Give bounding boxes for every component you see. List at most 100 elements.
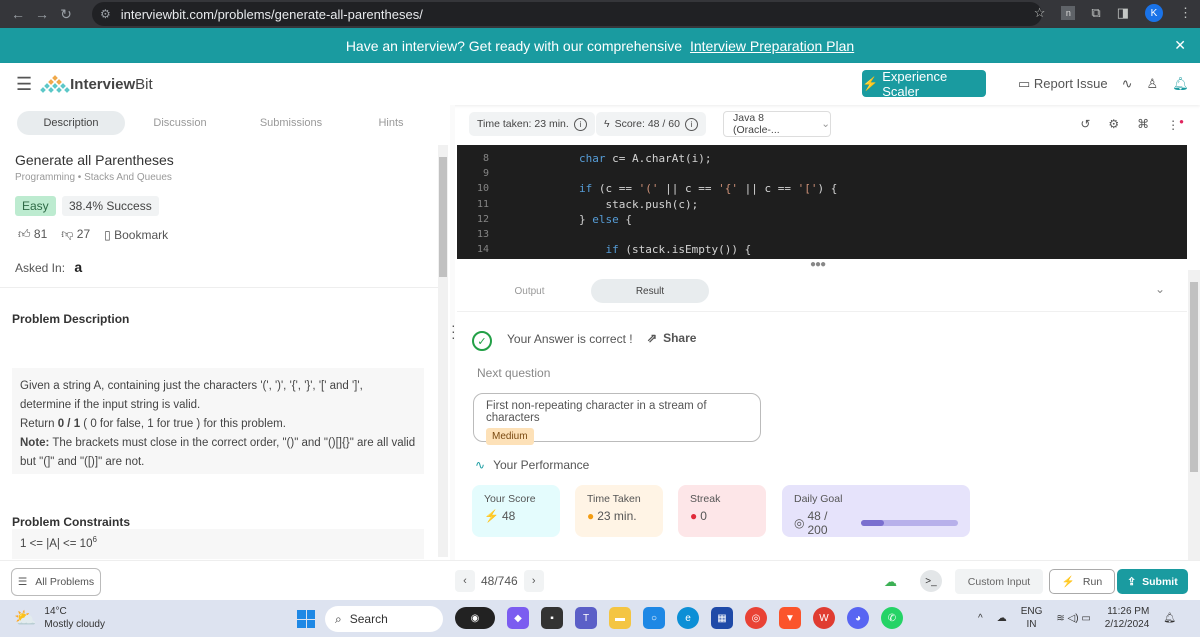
tab-result[interactable]: Result bbox=[591, 279, 709, 303]
code-line[interactable]: 10 if (c == '(' || c == '{' || c == '[') … bbox=[457, 181, 1187, 196]
collapse-chevron-icon[interactable]: ⌄ bbox=[1155, 282, 1165, 296]
brave-icon[interactable]: ▼ bbox=[779, 607, 801, 629]
share-button[interactable]: ⇗ Share bbox=[647, 331, 696, 345]
info-icon[interactable]: i bbox=[684, 117, 698, 131]
language-indicator[interactable]: ENG IN bbox=[1021, 605, 1043, 631]
language-select[interactable]: Java 8 (Oracle-... ⌄ bbox=[723, 111, 831, 137]
teams-icon[interactable]: T bbox=[575, 607, 597, 629]
show-hidden-icons[interactable]: ^ bbox=[978, 613, 983, 624]
scrollbar-thumb[interactable] bbox=[439, 157, 447, 277]
daily-goal-progress bbox=[860, 520, 958, 526]
code-editor[interactable]: 8 char c= A.charAt(i); 9 10 if (c == '(' || … bbox=[457, 145, 1187, 259]
interviewbit-logo[interactable]: Interview Bit bbox=[40, 75, 153, 93]
store-icon[interactable]: ▦ bbox=[711, 607, 733, 629]
user-icon[interactable]: ♙ bbox=[1147, 76, 1159, 92]
discord-icon[interactable]: ◕ bbox=[847, 607, 869, 629]
problem-scrollbar[interactable] bbox=[438, 145, 448, 557]
code-line[interactable]: 13 bbox=[457, 227, 1187, 242]
close-icon[interactable]: ✕ bbox=[1174, 37, 1186, 54]
chrome-icon[interactable]: ◎ bbox=[745, 607, 767, 629]
extension-icon[interactable]: n bbox=[1061, 6, 1076, 20]
code-line[interactable]: 11 stack.push(c); bbox=[457, 197, 1187, 212]
problem-category[interactable]: Programming • Stacks And Queues bbox=[15, 172, 172, 183]
whatsapp-icon[interactable]: ✆ bbox=[881, 607, 903, 629]
edge-icon[interactable]: e bbox=[677, 607, 699, 629]
tab-hints[interactable]: Hints bbox=[347, 111, 435, 135]
cortana-icon[interactable]: ○ bbox=[643, 607, 665, 629]
back-icon[interactable]: ← bbox=[6, 6, 30, 22]
next-question-card[interactable]: First non-repeating character in a strea… bbox=[473, 393, 761, 445]
app-window-icon[interactable]: ▪ bbox=[541, 607, 563, 629]
tab-submissions[interactable]: Submissions bbox=[235, 111, 347, 135]
more-options-icon[interactable]: ⋮● bbox=[1167, 117, 1184, 132]
note-body: The brackets must close in the correct o… bbox=[20, 437, 416, 468]
copilot-icon[interactable]: ◉ bbox=[455, 607, 495, 629]
wifi-icon[interactable]: ≋ ◁) ▭ bbox=[1056, 613, 1090, 624]
activity-icon[interactable]: ∿ bbox=[1122, 76, 1133, 92]
experience-scaler-button[interactable]: ⚡ Experience Scaler bbox=[862, 69, 986, 99]
all-problems-button[interactable]: ☰ All Problems bbox=[11, 568, 101, 596]
notifications-icon[interactable]: 🔔︎ bbox=[1163, 613, 1176, 624]
hamburger-menu-icon[interactable]: ☰ bbox=[16, 74, 32, 95]
run-button[interactable]: ⚡ Run bbox=[1049, 569, 1115, 594]
dislike-button[interactable]: 👎︎ 27 bbox=[61, 227, 90, 242]
notification-bell-icon[interactable]: 🔔︎ bbox=[1172, 76, 1189, 92]
scrollbar-thumb[interactable] bbox=[1190, 282, 1198, 472]
reset-code-icon[interactable]: ↺ bbox=[1080, 117, 1090, 132]
score-card-label: Your Score bbox=[484, 493, 536, 505]
next-problem-button[interactable]: › bbox=[523, 570, 544, 592]
bookmark-button[interactable]: ▯ Bookmark bbox=[104, 228, 168, 242]
taskbar-search[interactable]: ⌕ Search bbox=[325, 606, 443, 632]
bookmark-star-icon[interactable]: ☆ bbox=[1034, 5, 1046, 21]
console-toggle-icon[interactable]: >_ bbox=[920, 570, 942, 592]
copilot-pre-icon[interactable]: ◆ bbox=[507, 607, 529, 629]
weather-widget[interactable]: ⛅ 14°C Mostly cloudy bbox=[14, 605, 105, 631]
tab-discussion[interactable]: Discussion bbox=[125, 111, 235, 135]
resize-handle-icon[interactable]: ●●● bbox=[810, 259, 826, 270]
reload-icon[interactable]: ↻ bbox=[54, 6, 78, 23]
clock-date: 2/12/2024 bbox=[1104, 619, 1150, 630]
report-issue-button[interactable]: ▭ Report Issue bbox=[1018, 76, 1108, 92]
bookmark-icon: ▯ bbox=[104, 227, 111, 242]
amazon-logo-icon[interactable]: a bbox=[74, 259, 82, 275]
clock[interactable]: 11:26 PM 2/12/2024 bbox=[1105, 605, 1150, 631]
browser-menu-icon[interactable]: ⋮ bbox=[1179, 5, 1192, 21]
extensions-puzzle-icon[interactable]: ⧉ bbox=[1091, 5, 1100, 21]
code-line[interactable]: 12} else { bbox=[457, 212, 1187, 227]
settings-icon[interactable]: ⚙ bbox=[1108, 117, 1119, 132]
streak-card-value: 0 bbox=[700, 509, 707, 523]
like-button[interactable]: 👍︎ 81 bbox=[18, 227, 47, 242]
submit-button[interactable]: ⇪ Submit bbox=[1117, 569, 1188, 594]
asked-in: Asked In: a bbox=[15, 259, 82, 275]
windows-start-icon[interactable] bbox=[297, 610, 315, 628]
site-settings-icon[interactable]: ⚙ bbox=[100, 7, 111, 21]
profile-avatar[interactable]: K bbox=[1145, 4, 1163, 22]
line-number: 14 bbox=[476, 244, 489, 256]
forward-icon[interactable]: → bbox=[30, 6, 54, 22]
fire-icon: ● bbox=[690, 509, 698, 523]
performance-heading: ∿ Your Performance bbox=[475, 458, 589, 472]
note-text: Note: The brackets must close in the cor… bbox=[20, 434, 416, 472]
code-line[interactable]: 8 char c= A.charAt(i); bbox=[457, 151, 1187, 166]
result-scrollbar[interactable] bbox=[1188, 270, 1200, 560]
side-panel-icon[interactable]: ◨ bbox=[1117, 5, 1129, 21]
tab-output[interactable]: Output bbox=[482, 279, 577, 303]
drag-handle-icon[interactable]: · · · bbox=[451, 318, 456, 344]
return-text: Return 0 / 1 ( 0 for false, 1 for true )… bbox=[20, 415, 416, 434]
custom-input-button[interactable]: Custom Input bbox=[955, 569, 1043, 594]
return-suffix: ( 0 for false, 1 for true ) for this pro… bbox=[80, 418, 286, 430]
code-line[interactable]: 14 if (stack.isEmpty()) { bbox=[457, 242, 1187, 257]
lightning-icon: ⚡ bbox=[1061, 576, 1075, 588]
file-explorer-icon[interactable]: ▬ bbox=[609, 607, 631, 629]
description-text: Given a string A, containing just the ch… bbox=[20, 380, 363, 411]
wps-icon[interactable]: W bbox=[813, 607, 835, 629]
code-text: } else { bbox=[579, 212, 632, 226]
code-line[interactable]: 9 bbox=[457, 166, 1187, 181]
banner-link[interactable]: Interview Preparation Plan bbox=[690, 38, 854, 54]
shortcuts-icon[interactable]: ⌘ bbox=[1137, 117, 1149, 132]
tab-description[interactable]: Description bbox=[17, 111, 125, 135]
prev-problem-button[interactable]: ‹ bbox=[455, 570, 475, 592]
onedrive-icon[interactable]: ☁ bbox=[997, 613, 1007, 624]
address-bar[interactable]: ⚙ interviewbit.com/problems/generate-all… bbox=[92, 2, 1042, 26]
info-icon[interactable]: i bbox=[573, 117, 587, 131]
